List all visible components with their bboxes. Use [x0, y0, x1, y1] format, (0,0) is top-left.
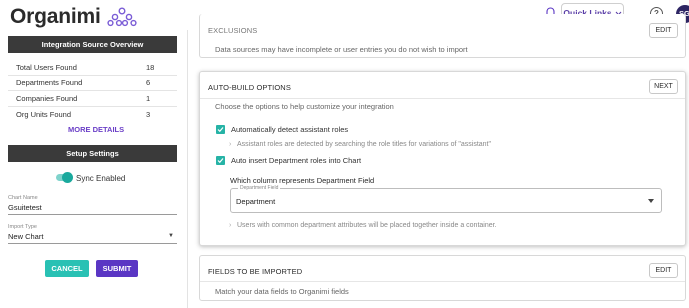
stat-label: Org Units Found — [16, 109, 72, 119]
sync-toggle[interactable] — [56, 171, 73, 183]
import-type-value: New Chart — [8, 232, 44, 241]
stat-label: Departments Found — [16, 78, 83, 88]
fields-import-description: Match your data fields to Organimi field… — [215, 287, 349, 296]
department-hint: Users with common department attributes … — [237, 222, 497, 229]
stat-row-companies: Companies Found 1 — [8, 91, 177, 107]
checkmark-icon — [217, 158, 224, 164]
import-type-select[interactable]: New Chart ▼ — [8, 232, 177, 244]
caret-down-icon: ▼ — [168, 233, 174, 239]
toggle-knob — [62, 171, 73, 183]
department-field-legend: Department Field — [238, 185, 281, 191]
stat-row-org-units: Org Units Found 3 — [8, 107, 177, 123]
department-field-select[interactable]: Department Field Department — [230, 185, 662, 213]
auto-insert-department-checkbox[interactable] — [216, 156, 225, 165]
chevron-right-icon: › — [229, 141, 232, 148]
stat-row-total-users: Total Users Found 18 — [8, 60, 177, 76]
stat-value: 6 — [146, 78, 151, 88]
exclusions-description: Data sources may have incomplete or user… — [215, 45, 468, 54]
exclusions-edit-button[interactable]: EDIT — [649, 23, 678, 38]
auto-insert-department-label: Auto insert Department roles into Chart — [231, 156, 362, 165]
stat-label: Total Users Found — [16, 62, 77, 72]
org-chart-logo-icon — [106, 7, 137, 27]
stat-value: 18 — [146, 62, 155, 72]
integration-overview-header: Integration Source Overview — [8, 36, 177, 53]
fields-import-card: FIELDS TO BE IMPORTED EDIT Match your da… — [199, 255, 686, 301]
setup-settings-header: Setup Settings — [8, 145, 177, 162]
column-question: Which column represents Department Field — [230, 176, 375, 185]
logo[interactable]: Organimi — [10, 5, 137, 29]
card-divider — [200, 281, 685, 282]
auto-build-card: AUTO-BUILD OPTIONS NEXT Choose the optio… — [199, 71, 686, 246]
checkmark-icon — [217, 127, 224, 133]
fields-edit-button[interactable]: EDIT — [649, 263, 678, 278]
sync-label: Sync Enabled — [76, 174, 126, 183]
more-details-link[interactable]: MORE DETAILS — [68, 125, 124, 134]
stat-label: Companies Found — [16, 93, 78, 103]
logo-text: Organimi — [10, 5, 101, 28]
cancel-button[interactable]: CANCEL — [45, 260, 89, 277]
stat-value: 1 — [146, 93, 151, 103]
fields-import-title: FIELDS TO BE IMPORTED — [208, 267, 303, 276]
caret-down-icon — [648, 199, 654, 203]
department-field-value: Department — [236, 197, 276, 206]
detect-assistant-checkbox[interactable] — [216, 125, 225, 134]
assistant-hint: Assistant roles are detected by searchin… — [237, 141, 491, 148]
exclusions-title: EXCLUSIONS — [208, 26, 258, 35]
chart-name-input[interactable]: Gsuitetest — [8, 203, 177, 215]
stat-value: 3 — [146, 109, 151, 119]
exclusions-card: EXCLUSIONS EDIT Data sources may have in… — [199, 14, 686, 58]
chevron-right-icon: › — [229, 222, 232, 229]
detect-assistant-label: Automatically detect assistant roles — [231, 125, 349, 134]
panel-divider — [187, 30, 188, 308]
next-button[interactable]: NEXT — [649, 79, 678, 94]
submit-button[interactable]: SUBMIT — [96, 260, 138, 277]
stats-list: Total Users Found 18 Departments Found 6… — [8, 60, 177, 122]
chart-name-label: Chart Name — [8, 195, 38, 201]
card-divider — [200, 98, 685, 99]
chart-name-value: Gsuitetest — [8, 203, 42, 212]
stat-row-departments: Departments Found 6 — [8, 76, 177, 91]
auto-build-description: Choose the options to help customize you… — [215, 102, 394, 111]
import-type-label: Import Type — [8, 224, 37, 230]
auto-build-title: AUTO-BUILD OPTIONS — [208, 83, 291, 92]
